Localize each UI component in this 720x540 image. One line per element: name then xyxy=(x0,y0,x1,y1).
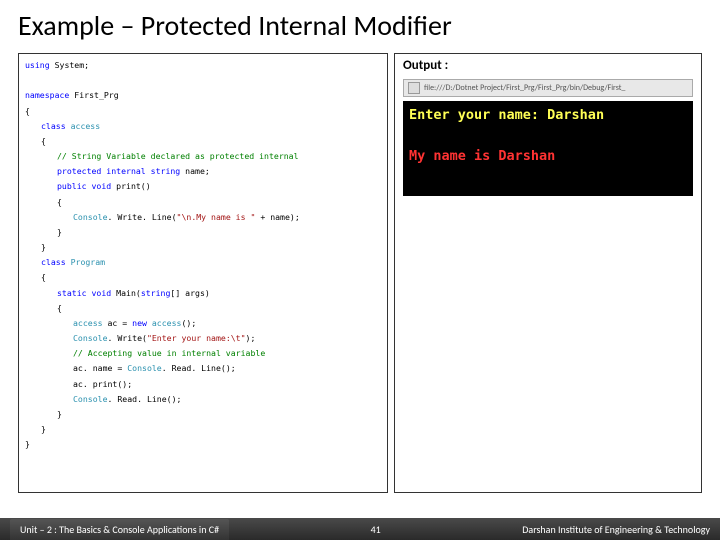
cls: access xyxy=(73,318,103,328)
output-label: Output : xyxy=(403,58,693,73)
txt: name; xyxy=(180,166,210,176)
brace: } xyxy=(25,225,381,240)
console-input: Darshan xyxy=(547,107,604,123)
txt: Main( xyxy=(111,288,141,298)
footer-left: Unit – 2 : The Basics & Console Applicat… xyxy=(10,519,229,540)
str: "Enter your name:\t" xyxy=(147,333,246,343)
kw: protected internal string xyxy=(57,166,180,176)
slide-title: Example – Protected Internal Modifier xyxy=(0,0,720,53)
kw-class: class xyxy=(41,257,66,267)
txt: . Write( xyxy=(108,333,147,343)
cls: Console xyxy=(127,363,162,373)
kw-class: class xyxy=(41,121,66,131)
kw-namespace: namespace xyxy=(25,90,69,100)
brace: } xyxy=(25,422,381,437)
cls: access xyxy=(147,318,182,328)
txt: ac = xyxy=(103,318,133,328)
txt: ); xyxy=(246,333,256,343)
cls-program: Program xyxy=(66,257,105,267)
txt: . Read. Line(); xyxy=(108,394,182,404)
txt: . Read. Line(); xyxy=(162,363,236,373)
txt: + name); xyxy=(255,212,299,222)
cls: Console xyxy=(73,333,108,343)
console-value: Darshan xyxy=(498,148,555,164)
comment: // String Variable declared as protected… xyxy=(57,151,299,161)
url-text: file:///D:/Dotnet Project/First_Prg/Firs… xyxy=(424,83,625,93)
cls-access: access xyxy=(66,121,101,131)
kw: string xyxy=(141,288,171,298)
console-prompt: Enter your name: xyxy=(409,107,547,123)
kw: static void xyxy=(57,288,111,298)
comment: // Accepting value in internal variable xyxy=(73,348,265,358)
url-bar: file:///D:/Dotnet Project/First_Prg/Firs… xyxy=(403,79,693,97)
code-panel: using System; namespace First_Prg { clas… xyxy=(18,53,388,493)
txt: ac. print(); xyxy=(73,379,132,389)
txt: First_Prg xyxy=(69,90,118,100)
brace: } xyxy=(25,407,381,422)
output-panel: Output : file:///D:/Dotnet Project/First… xyxy=(394,53,702,493)
brace: { xyxy=(25,195,381,210)
footer-right: Darshan Institute of Engineering & Techn… xyxy=(522,523,710,536)
console-output: Enter your name: Darshan My name is Dars… xyxy=(403,101,693,196)
kw: new xyxy=(132,318,147,328)
txt: ac. name = xyxy=(73,363,127,373)
brace: { xyxy=(25,134,381,149)
brace: { xyxy=(25,270,381,285)
txt: . Write. Line( xyxy=(108,212,177,222)
footer-page: 41 xyxy=(229,523,522,536)
file-icon xyxy=(408,82,420,94)
console-text: My name is xyxy=(409,148,498,164)
brace: } xyxy=(25,437,381,452)
brace: } xyxy=(25,240,381,255)
content-area: using System; namespace First_Prg { clas… xyxy=(0,53,720,493)
kw: public void xyxy=(57,181,111,191)
txt: [] args) xyxy=(170,288,209,298)
kw-using: using xyxy=(25,60,50,70)
footer: Unit – 2 : The Basics & Console Applicat… xyxy=(0,518,720,540)
cls: Console xyxy=(73,212,108,222)
brace: { xyxy=(25,104,381,119)
cls: Console xyxy=(73,394,108,404)
txt: (); xyxy=(181,318,196,328)
txt: System; xyxy=(50,60,89,70)
txt: print() xyxy=(111,181,150,191)
brace: { xyxy=(25,301,381,316)
str: "\n.My name is " xyxy=(177,212,256,222)
